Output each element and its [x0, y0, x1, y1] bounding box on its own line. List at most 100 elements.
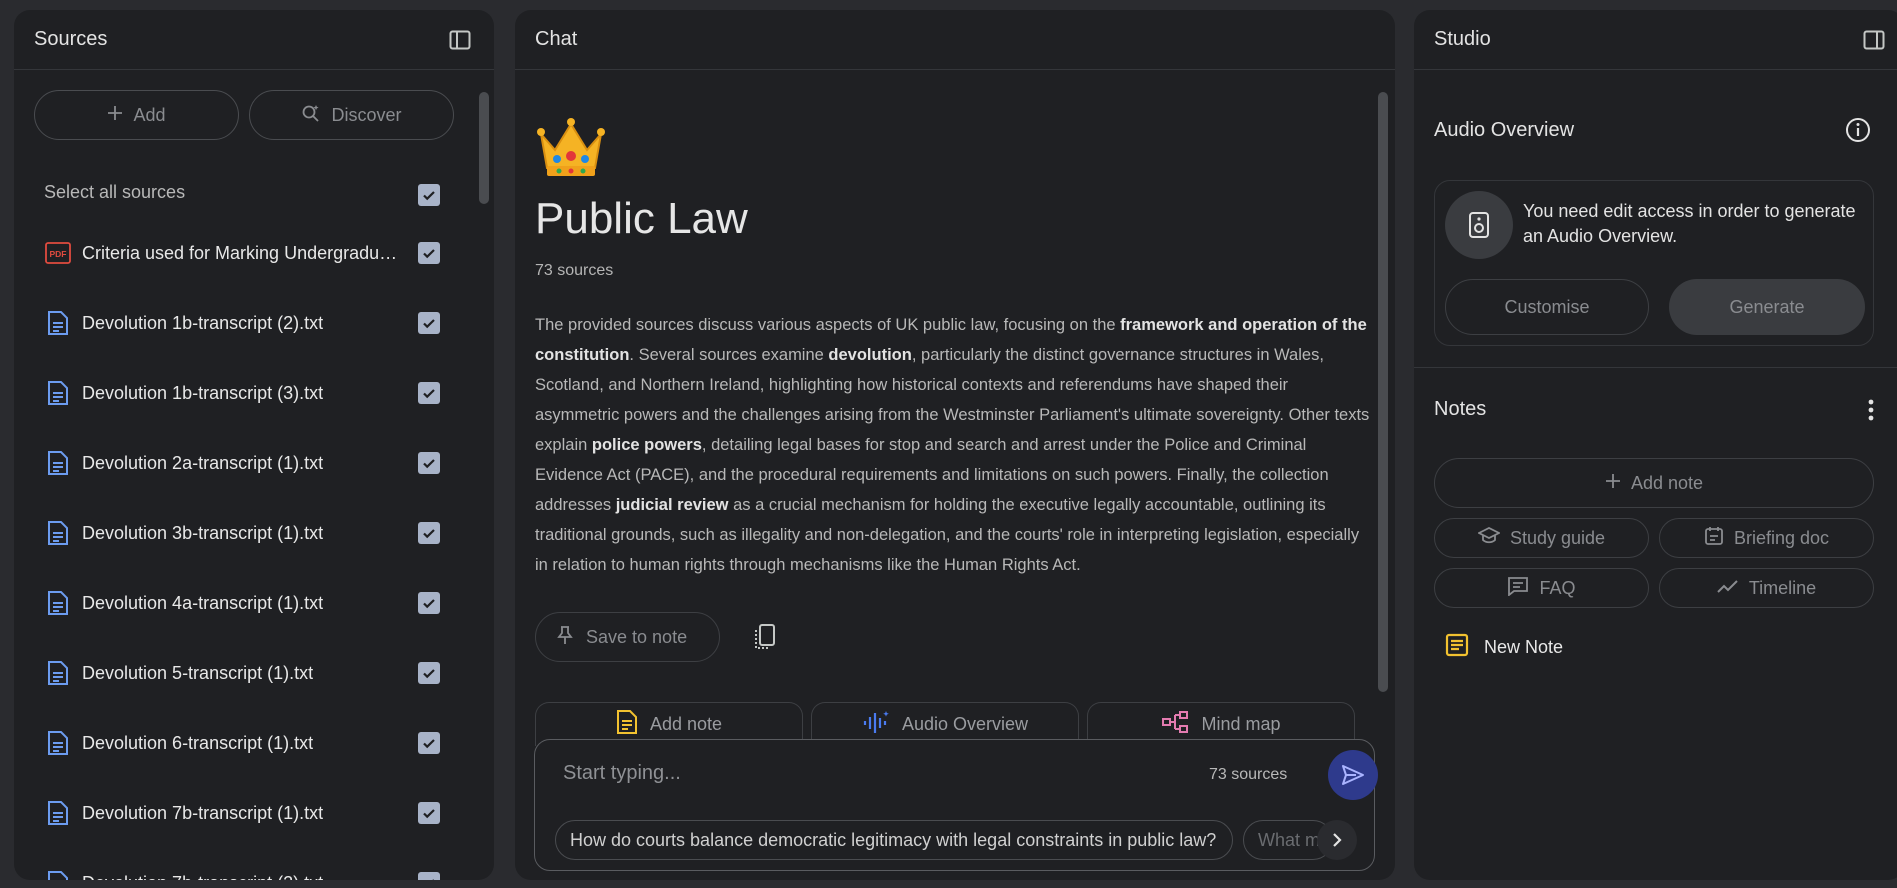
chat-title: Chat [535, 28, 578, 50]
select-all-label: Select all sources [44, 182, 186, 202]
chat-input[interactable]: Start typing... [563, 762, 681, 785]
source-checkbox[interactable] [418, 382, 440, 404]
collapse-panel-icon[interactable] [446, 26, 474, 54]
source-item[interactable]: Devolution 2a-transcript (1).txt [14, 438, 464, 488]
audio-waveform-icon [862, 709, 890, 740]
mind-map-chip-label: Mind map [1201, 714, 1281, 734]
source-name: Devolution 1b-transcript (2).txt [82, 312, 324, 333]
source-checkbox[interactable] [418, 522, 440, 544]
notes-title: Notes [1434, 398, 1487, 420]
source-checkbox[interactable] [418, 242, 440, 264]
chat-scrollbar[interactable] [1378, 92, 1388, 692]
studio-panel: Studio Audio Overview You need edit acce… [1414, 10, 1897, 880]
source-name: Devolution 4a-transcript (1).txt [82, 592, 324, 613]
note-item[interactable]: New Note [1444, 632, 1563, 663]
sources-title: Sources [34, 28, 108, 50]
text-file-icon [44, 519, 72, 547]
collapse-panel-icon[interactable] [1860, 26, 1888, 54]
discover-button[interactable]: Discover [249, 90, 454, 140]
pdf-file-icon: PDF [44, 239, 72, 267]
more-vert-icon[interactable] [1861, 396, 1881, 424]
source-name: Devolution 1b-transcript (3).txt [82, 382, 324, 403]
source-item[interactable]: Devolution 7b-transcript (2).txt [14, 858, 464, 880]
source-checkbox[interactable] [418, 312, 440, 334]
source-checkbox[interactable] [418, 802, 440, 824]
studio-title: Studio [1434, 28, 1491, 50]
generate-button[interactable]: Generate [1669, 279, 1865, 335]
note-icon [616, 709, 638, 740]
notebook-summary: The provided sources discuss various asp… [535, 310, 1370, 580]
source-checkbox[interactable] [418, 592, 440, 614]
section-divider [1414, 367, 1897, 368]
save-to-note-button[interactable]: Save to note [535, 612, 720, 662]
plus-icon [1605, 473, 1621, 494]
plus-icon [107, 105, 123, 126]
discover-label: Discover [331, 104, 402, 125]
save-to-note-label: Save to note [586, 626, 688, 647]
copy-icon[interactable] [751, 622, 781, 652]
source-item[interactable]: Devolution 6-transcript (1).txt [14, 718, 464, 768]
source-item[interactable]: PDF Criteria used for Marking Undergradua… [14, 228, 464, 278]
summary-text: . Several sources examine [629, 346, 829, 364]
source-name: Criteria used for Marking Undergraduate.… [82, 242, 402, 263]
summary-bold: police powers [591, 436, 702, 454]
briefing-doc-icon [1704, 526, 1724, 551]
source-checkbox[interactable] [418, 732, 440, 754]
chat-composer: Start typing... 73 sources How do courts… [534, 739, 1378, 871]
faq-button[interactable]: FAQ [1434, 568, 1649, 608]
studio-header: Studio [1414, 10, 1897, 70]
text-file-icon [44, 379, 72, 407]
mind-map-icon [1161, 710, 1189, 739]
text-file-icon [44, 309, 72, 337]
summary-bold: judicial review [615, 496, 729, 514]
text-file-icon [44, 869, 72, 880]
timeline-button[interactable]: Timeline [1659, 568, 1874, 608]
source-checkbox[interactable] [418, 452, 440, 474]
audio-overview-chip-label: Audio Overview [901, 714, 1029, 734]
add-source-button[interactable]: Add [34, 90, 239, 140]
customise-button[interactable]: Customise [1445, 279, 1649, 335]
source-item[interactable]: Devolution 3b-transcript (1).txt [14, 508, 464, 558]
source-name: Devolution 5-transcript (1).txt [82, 662, 314, 683]
sources-header: Sources [14, 10, 494, 70]
text-file-icon [44, 729, 72, 757]
note-icon [1444, 632, 1470, 663]
source-name: Devolution 7b-transcript (1).txt [82, 802, 324, 823]
source-checkbox[interactable] [418, 662, 440, 684]
source-item[interactable]: Devolution 4a-transcript (1).txt [14, 578, 464, 628]
source-item[interactable]: Devolution 1b-transcript (2).txt [14, 298, 464, 348]
graduation-cap-icon [1476, 526, 1501, 550]
crown-emoji-icon [535, 112, 607, 184]
source-item[interactable]: Devolution 1b-transcript (3).txt [14, 368, 464, 418]
source-checkbox[interactable] [418, 872, 440, 880]
study-guide-button[interactable]: Study guide [1434, 518, 1649, 558]
chevron-right-icon[interactable] [1317, 820, 1357, 860]
audio-access-message: You need edit access in order to generat… [1523, 201, 1856, 246]
sources-scrollbar[interactable] [479, 92, 489, 204]
pin-icon [556, 625, 574, 650]
text-file-icon [44, 799, 72, 827]
suggested-question-chip[interactable]: How do courts balance democratic legitim… [555, 820, 1233, 860]
notebook-source-count: 73 sources [535, 262, 614, 279]
info-icon[interactable] [1844, 116, 1872, 144]
faq-chat-icon [1507, 576, 1529, 601]
audio-overview-card: You need edit access in order to generat… [1434, 180, 1874, 346]
add-note-button[interactable]: Add note [1434, 458, 1874, 508]
source-item[interactable]: Devolution 7b-transcript (1).txt [14, 788, 464, 838]
text-file-icon [44, 659, 72, 687]
speaker-icon [1445, 191, 1513, 259]
text-file-icon [44, 589, 72, 617]
source-name: Devolution 2a-transcript (1).txt [82, 452, 324, 473]
briefing-doc-label: Briefing doc [1733, 527, 1830, 548]
chat-panel: Chat Public Law 73 sources The provided … [515, 10, 1395, 880]
study-guide-label: Study guide [1509, 527, 1606, 548]
source-name: Devolution 6-transcript (1).txt [82, 732, 314, 753]
briefing-doc-button[interactable]: Briefing doc [1659, 518, 1874, 558]
select-all-checkbox[interactable] [418, 184, 440, 206]
timeline-label: Timeline [1748, 577, 1817, 598]
text-file-icon [44, 449, 72, 477]
send-button[interactable] [1328, 750, 1378, 800]
source-item[interactable]: Devolution 5-transcript (1).txt [14, 648, 464, 698]
note-title: New Note [1484, 637, 1564, 657]
source-name: Devolution 7b-transcript (2).txt [82, 873, 402, 881]
